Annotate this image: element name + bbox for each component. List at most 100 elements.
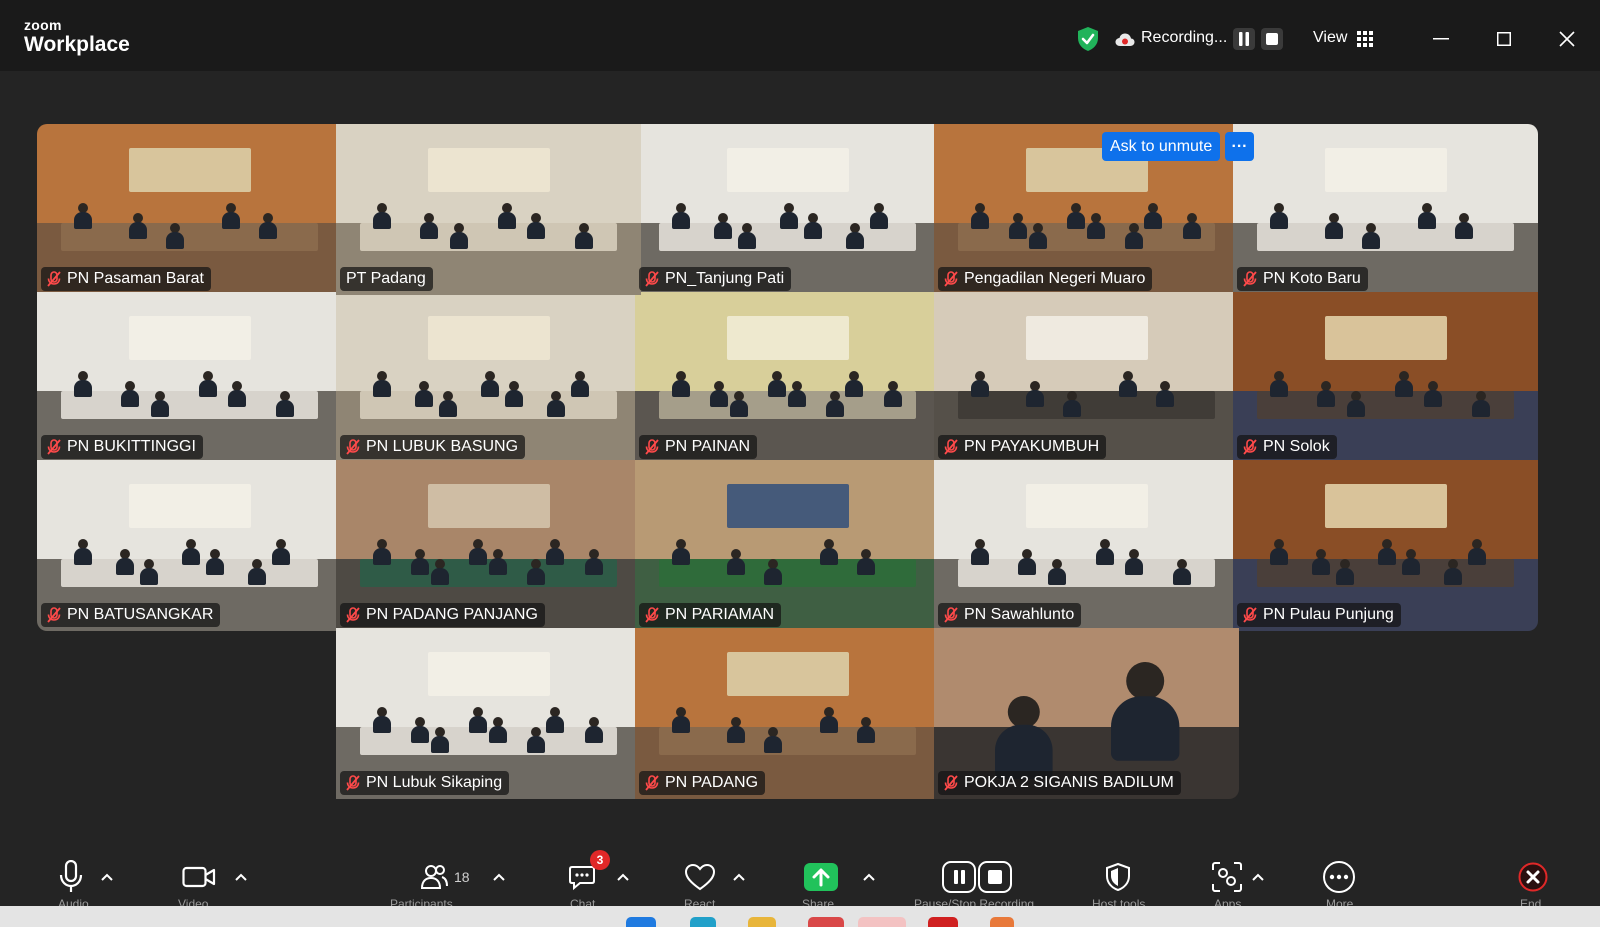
participant-name: PT Padang xyxy=(346,270,426,287)
zoom-window: zoom Workplace Recording... View PN Pasa… xyxy=(0,0,1600,906)
end-meeting-button[interactable] xyxy=(1518,860,1548,894)
share-screen-icon xyxy=(804,863,838,891)
brand-bottom: Workplace xyxy=(24,33,130,56)
video-tile[interactable]: PT Padang xyxy=(336,124,641,295)
video-tile[interactable]: PN Lubuk Sikaping xyxy=(336,628,641,799)
video-camera-icon xyxy=(182,866,216,888)
chevron-up-icon[interactable] xyxy=(862,872,876,882)
participants-button[interactable]: 18 xyxy=(420,860,506,894)
participant-name-tag: PN Solok xyxy=(1237,435,1337,459)
close-button[interactable] xyxy=(1550,22,1584,56)
host-tools-button[interactable] xyxy=(1104,860,1132,894)
muted-microphone-icon xyxy=(944,271,958,287)
start-icon[interactable] xyxy=(626,917,656,927)
grid-view-icon[interactable] xyxy=(1357,31,1373,47)
video-tile[interactable]: PN Sawahlunto xyxy=(934,460,1239,631)
chevron-up-icon[interactable] xyxy=(100,872,114,882)
app-icon[interactable] xyxy=(990,917,1014,927)
participant-name-tag: PT Padang xyxy=(340,267,433,291)
shield-icon xyxy=(1106,862,1130,892)
video-tile[interactable]: PN Koto Baru xyxy=(1233,124,1538,295)
chat-unread-badge: 3 xyxy=(590,850,610,870)
maximize-icon xyxy=(1497,32,1511,46)
video-tile[interactable]: PN PADANG xyxy=(635,628,940,799)
participant-name: PN Sawahlunto xyxy=(964,606,1075,623)
record-controls-button[interactable] xyxy=(942,860,1012,894)
minimize-button[interactable] xyxy=(1424,22,1458,56)
stop-icon xyxy=(1266,33,1278,45)
participant-name: PN Pasaman Barat xyxy=(67,270,204,287)
video-button[interactable] xyxy=(182,860,248,894)
folder-icon[interactable] xyxy=(748,917,776,927)
browser-icon[interactable] xyxy=(690,917,716,927)
share-button[interactable] xyxy=(804,860,876,894)
more-button[interactable] xyxy=(1322,860,1356,894)
muted-microphone-icon xyxy=(645,775,659,791)
participant-name: POKJA 2 SIGANIS BADILUM xyxy=(964,774,1174,791)
participants-icon xyxy=(420,865,448,889)
apps-icon xyxy=(1212,862,1242,892)
shield-check-icon[interactable] xyxy=(1076,26,1100,52)
video-tile[interactable]: PN Pasaman Barat xyxy=(37,124,342,295)
more-label: More xyxy=(1326,897,1354,906)
participant-name: PN LUBUK BASUNG xyxy=(366,438,519,455)
video-tile[interactable]: PN LUBUK BASUNG xyxy=(336,292,641,463)
stop-recording-button[interactable] xyxy=(1261,28,1283,50)
tile-more-options-button[interactable]: ··· xyxy=(1225,132,1254,161)
pause-icon xyxy=(1239,32,1249,46)
video-tile[interactable]: PN PAYAKUMBUH xyxy=(934,292,1239,463)
video-tile[interactable]: PN PARIAMAN xyxy=(635,460,940,631)
apps-label: Apps xyxy=(1214,897,1242,906)
brand-top: zoom xyxy=(24,17,62,33)
video-gallery: PN Pasaman Barat PT Padang PN_Tanjung Pa… xyxy=(37,124,1561,810)
chevron-up-icon[interactable] xyxy=(234,872,248,882)
participant-name: PN PADANG xyxy=(665,774,759,791)
muted-microphone-icon xyxy=(346,775,360,791)
app-icon[interactable] xyxy=(808,917,844,927)
video-tile[interactable]: PN Solok xyxy=(1233,292,1538,463)
share-label: Share xyxy=(802,897,835,906)
zoom-logo: zoom Workplace xyxy=(24,18,130,57)
chevron-up-icon[interactable] xyxy=(732,872,746,882)
video-tile[interactable]: PN PAINAN xyxy=(635,292,940,463)
more-options-icon xyxy=(1323,861,1355,893)
record-label: Pause/Stop Recording xyxy=(914,897,1035,906)
app-icon-active[interactable] xyxy=(858,917,906,927)
pause-stop-recording-icon xyxy=(942,861,1012,893)
video-tile[interactable]: PN_Tanjung Pati xyxy=(635,124,940,295)
participant-name-tag: Pengadilan Negeri Muaro xyxy=(938,267,1153,291)
muted-microphone-icon xyxy=(645,271,659,287)
video-tile[interactable]: POKJA 2 SIGANIS BADILUM xyxy=(934,628,1239,799)
audio-button[interactable] xyxy=(58,860,114,894)
apps-button[interactable] xyxy=(1211,860,1265,894)
title-bar: zoom Workplace Recording... View xyxy=(0,0,1600,71)
muted-microphone-icon xyxy=(645,439,659,455)
end-icon xyxy=(1518,862,1548,892)
video-tile[interactable]: PN PADANG PANJANG xyxy=(336,460,641,631)
maximize-button[interactable] xyxy=(1487,22,1521,56)
video-tile[interactable]: PN BATUSANGKAR xyxy=(37,460,342,631)
participant-name-tag: PN BATUSANGKAR xyxy=(41,603,221,627)
muted-microphone-icon xyxy=(346,607,360,623)
react-button[interactable] xyxy=(684,860,746,894)
muted-microphone-icon xyxy=(346,439,360,455)
participant-name-tag: PN PAINAN xyxy=(639,435,758,459)
pause-recording-button[interactable] xyxy=(1233,28,1255,50)
chat-label: Chat xyxy=(570,897,596,906)
video-tile[interactable]: PN BUKITTINGGI xyxy=(37,292,342,463)
app-icon[interactable] xyxy=(928,917,958,927)
view-button[interactable]: View xyxy=(1313,29,1347,47)
cloud-recording-icon xyxy=(1115,33,1135,46)
ask-to-unmute-button[interactable]: Ask to unmute xyxy=(1102,132,1221,161)
chevron-up-icon[interactable] xyxy=(492,872,506,882)
participant-name-tag: PN BUKITTINGGI xyxy=(41,435,203,459)
participant-name: PN PAYAKUMBUH xyxy=(964,438,1100,455)
minimize-icon xyxy=(1433,38,1449,40)
video-tile[interactable]: PN Pulau Punjung xyxy=(1233,460,1538,631)
chevron-up-icon[interactable] xyxy=(1251,872,1265,882)
end-label: End xyxy=(1520,897,1542,906)
muted-microphone-icon xyxy=(1243,439,1257,455)
close-icon xyxy=(1559,31,1575,47)
os-taskbar xyxy=(0,906,1600,927)
chevron-up-icon[interactable] xyxy=(616,872,630,882)
